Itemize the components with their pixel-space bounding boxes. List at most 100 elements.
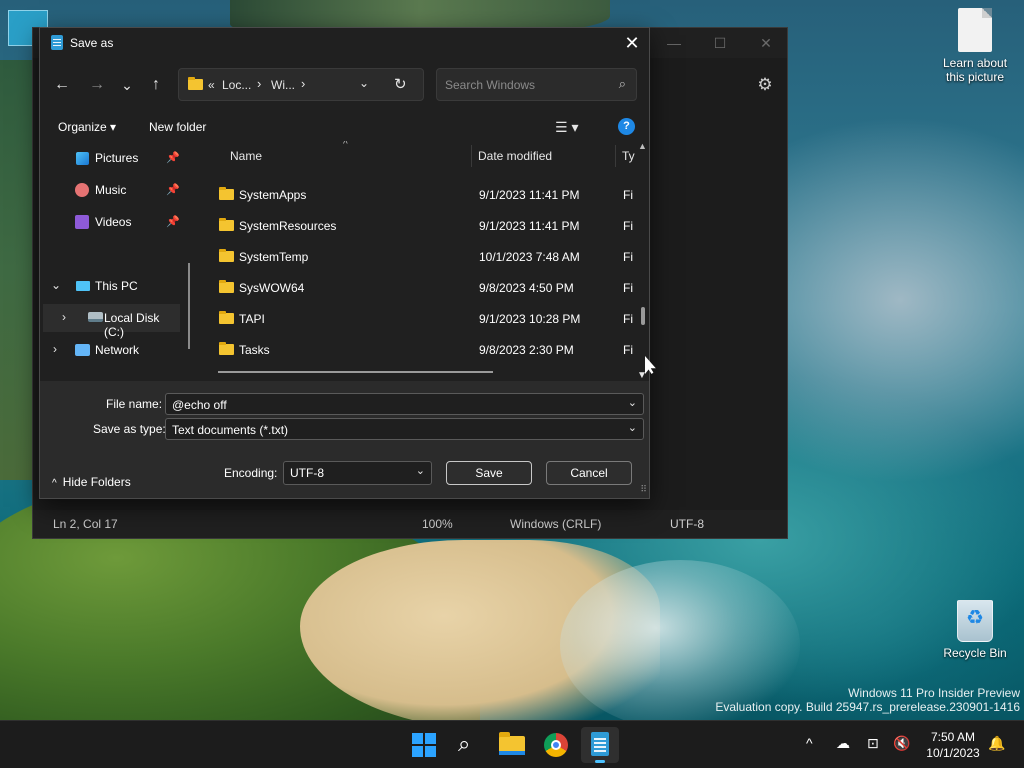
- breadcrumb-separator[interactable]: ›: [257, 76, 261, 91]
- nav-item-local-disk[interactable]: › Local Disk (C:): [43, 304, 180, 339]
- gear-icon[interactable]: ⚙: [753, 73, 777, 97]
- taskbar-chrome[interactable]: [537, 727, 575, 763]
- breadcrumb-windows[interactable]: Wi...: [271, 78, 295, 92]
- file-date: 10/1/2023 7:48 AM: [479, 250, 580, 264]
- up-button[interactable]: ↑: [142, 72, 170, 98]
- file-row[interactable]: TAPI 9/1/2023 10:28 PM Fi: [200, 304, 640, 332]
- new-folder-button[interactable]: New folder: [149, 120, 206, 134]
- pin-icon[interactable]: 📌: [166, 215, 180, 228]
- view-options-button[interactable]: ☰ ▾: [555, 115, 593, 139]
- file-row[interactable]: SystemApps 9/1/2023 11:41 PM Fi: [200, 180, 640, 208]
- computer-icon: [76, 281, 90, 291]
- windows-watermark: Windows 11 Pro Insider Preview Evaluatio…: [715, 686, 1020, 714]
- organize-button[interactable]: Organize ▾: [58, 120, 116, 134]
- address-dropdown-button[interactable]: ⌄: [359, 76, 369, 90]
- clock-time: 7:50 AM: [930, 730, 976, 744]
- network-icon[interactable]: ⊡: [867, 735, 879, 752]
- breadcrumb-local-disk[interactable]: Loc...: [222, 78, 251, 92]
- address-bar[interactable]: « Loc... › Wi... › ⌄ ↻: [178, 68, 424, 101]
- column-divider[interactable]: [615, 145, 616, 167]
- file-row[interactable]: Tasks 9/8/2023 2:30 PM Fi: [200, 335, 640, 363]
- file-type: Fi: [623, 250, 633, 264]
- folder-icon: [219, 218, 234, 231]
- videos-icon: [75, 215, 89, 229]
- chevron-right-icon[interactable]: ›: [62, 310, 66, 324]
- pin-icon[interactable]: 📌: [166, 183, 180, 196]
- search-box[interactable]: ⌕: [436, 68, 637, 101]
- onedrive-cloud-icon[interactable]: ☁: [836, 735, 850, 752]
- nav-item-network[interactable]: › Network: [40, 336, 190, 364]
- refresh-icon[interactable]: ↻: [394, 75, 407, 93]
- encoding-select[interactable]: UTF-8 ⌄: [283, 461, 432, 485]
- forward-button[interactable]: →: [83, 72, 111, 98]
- line-ending: Windows (CRLF): [510, 517, 602, 531]
- nav-item-this-pc[interactable]: ⌄ This PC: [40, 272, 190, 300]
- file-row[interactable]: SystemTemp 10/1/2023 7:48 AM Fi: [200, 242, 640, 270]
- folder-icon: [219, 342, 234, 355]
- system-clock[interactable]: 7:50 AM 10/1/2023: [918, 729, 988, 761]
- chevron-down-icon[interactable]: ⌄: [416, 464, 425, 477]
- dialog-title: Save as: [70, 36, 114, 50]
- close-button[interactable]: ✕: [743, 30, 789, 56]
- desktop-icon-learn-about-picture[interactable]: Learn about this picture: [933, 8, 1017, 84]
- taskbar-search-button[interactable]: ⌕: [449, 727, 487, 763]
- chevron-down-icon[interactable]: ⌄: [628, 396, 637, 409]
- vertical-scrollbar-thumb[interactable]: [641, 307, 645, 325]
- cancel-button[interactable]: Cancel: [546, 461, 632, 485]
- show-hidden-icons-button[interactable]: ^: [806, 735, 813, 751]
- folder-icon: [219, 280, 234, 293]
- network-icon: [75, 344, 90, 356]
- file-type: Fi: [623, 219, 633, 233]
- maximize-button[interactable]: ☐: [697, 30, 743, 56]
- breadcrumb-overflow[interactable]: «: [208, 78, 215, 92]
- nav-pane-scrollbar[interactable]: [188, 263, 190, 349]
- search-icon: ⌕: [618, 76, 626, 91]
- back-button[interactable]: ←: [48, 72, 76, 98]
- desktop-icon-recycle-bin[interactable]: Recycle Bin: [933, 600, 1017, 660]
- desktop-icon-label: Learn about this picture: [942, 56, 1008, 84]
- taskbar-file-explorer[interactable]: [493, 727, 531, 763]
- recent-locations-button[interactable]: ⌄: [113, 72, 141, 98]
- encoding-label: Encoding:: [224, 466, 278, 480]
- nav-item-videos[interactable]: Videos 📌: [40, 208, 190, 236]
- file-name-field[interactable]: @echo off ⌄: [165, 393, 644, 415]
- scroll-up-arrow[interactable]: ▲: [638, 141, 647, 151]
- nav-item-label: Local Disk (C:): [104, 311, 160, 339]
- column-header-name[interactable]: Name: [230, 149, 262, 163]
- breadcrumb-separator[interactable]: ›: [301, 76, 305, 91]
- chevron-right-icon[interactable]: ›: [53, 342, 57, 356]
- hide-folders-button[interactable]: ^ Hide Folders: [52, 475, 131, 489]
- pin-icon[interactable]: 📌: [166, 151, 180, 164]
- column-header-type[interactable]: Ty: [622, 149, 635, 163]
- notification-bell-icon[interactable]: 🔔: [988, 735, 1005, 752]
- windows-logo-icon: [412, 733, 436, 757]
- volume-muted-icon[interactable]: 🔇: [893, 735, 910, 752]
- file-name-value: @echo off: [172, 398, 227, 412]
- resize-grip-icon[interactable]: ⠿: [640, 484, 647, 495]
- save-as-dialog: Save as ✕ ← → ⌄ ↑ « Loc... › Wi... › ⌄ ↻…: [39, 27, 650, 499]
- horizontal-scrollbar-thumb[interactable]: [218, 371, 493, 373]
- save-button[interactable]: Save: [446, 461, 532, 485]
- file-row[interactable]: SysWOW64 9/8/2023 4:50 PM Fi: [200, 273, 640, 301]
- encoding-value: UTF-8: [290, 466, 324, 480]
- nav-item-pictures[interactable]: Pictures 📌: [40, 144, 190, 172]
- save-as-type-select[interactable]: Text documents (*.txt) ⌄: [165, 418, 644, 440]
- minimize-button[interactable]: —: [651, 30, 697, 56]
- close-button[interactable]: ✕: [615, 28, 649, 58]
- file-type: Fi: [623, 281, 633, 295]
- help-icon[interactable]: ?: [618, 118, 635, 135]
- column-header-date-modified[interactable]: Date modified: [478, 149, 552, 163]
- chevron-down-icon[interactable]: ⌄: [628, 421, 637, 434]
- file-row[interactable]: SystemResources 9/1/2023 11:41 PM Fi: [200, 211, 640, 239]
- nav-item-music[interactable]: Music 📌: [40, 176, 190, 204]
- nav-item-label: Pictures: [95, 151, 139, 165]
- start-button[interactable]: [405, 727, 443, 763]
- document-icon: [958, 8, 992, 52]
- column-divider[interactable]: [471, 145, 472, 167]
- search-icon: ⌕: [458, 731, 471, 756]
- search-input[interactable]: [445, 77, 605, 93]
- taskbar-notepad[interactable]: [581, 727, 619, 763]
- chevron-down-icon[interactable]: ⌄: [51, 278, 61, 292]
- notepad-statusbar: Ln 2, Col 17 100% Windows (CRLF) UTF-8: [33, 510, 787, 538]
- folder-icon: [219, 249, 234, 262]
